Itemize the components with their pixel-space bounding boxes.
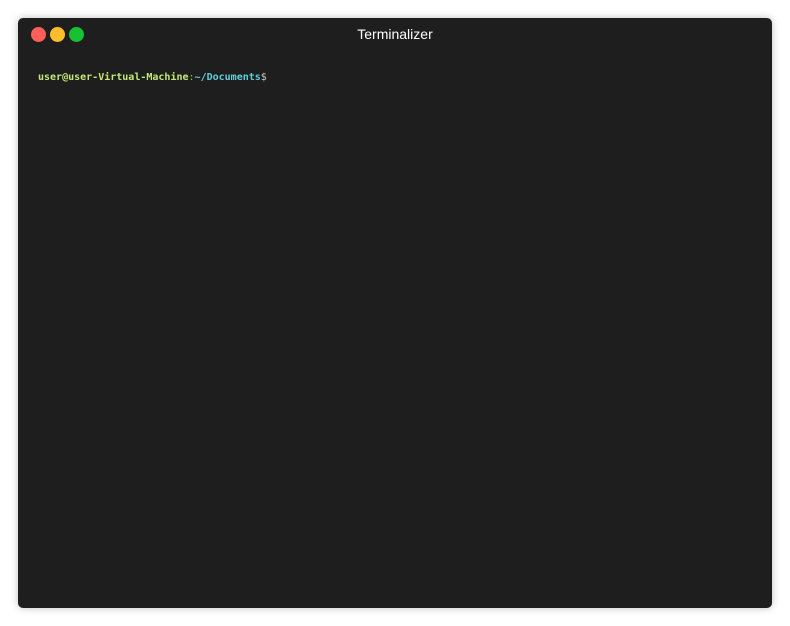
terminal-output[interactable]: user@user-Virtual-Machine:~/Documents$ bbox=[38, 71, 752, 588]
prompt-path: ~/Documents bbox=[194, 72, 261, 83]
terminal-window: Terminalizer user@user-Virtual-Machine:~… bbox=[18, 18, 772, 608]
prompt-symbol: $ bbox=[260, 72, 267, 83]
window-title: Terminalizer bbox=[357, 26, 433, 42]
stage: Terminalizer user@user-Virtual-Machine:~… bbox=[0, 0, 790, 626]
title-bar: Terminalizer bbox=[18, 18, 772, 51]
prompt-user-host: user@user-Virtual-Machine bbox=[38, 72, 189, 83]
